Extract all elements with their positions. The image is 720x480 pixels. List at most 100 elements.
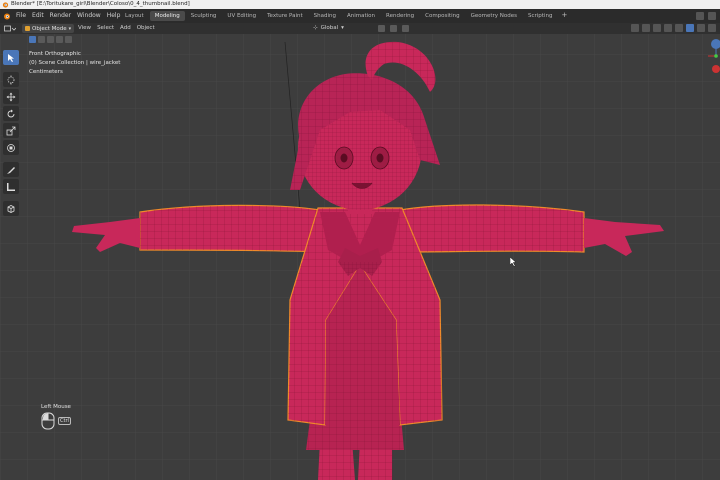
- select-cursor-icon: [8, 53, 14, 62]
- menu-edit[interactable]: Edit: [32, 12, 44, 19]
- left-sleeve-wireframe: [140, 205, 322, 252]
- select-box-tool[interactable]: [3, 50, 19, 65]
- transform-tool[interactable]: [3, 140, 19, 155]
- add-cube-icon: [7, 204, 15, 213]
- menu-help[interactable]: Help: [107, 12, 121, 19]
- tab-modeling[interactable]: Modeling: [149, 11, 185, 21]
- scale-icon: [6, 126, 16, 135]
- measure-tool[interactable]: [3, 179, 19, 194]
- mouse-ctrl-row: Ctrl: [41, 412, 71, 430]
- material-shading-icon[interactable]: [697, 24, 705, 32]
- select-invert-icon[interactable]: [56, 36, 63, 43]
- solid-shading-icon[interactable]: [686, 24, 694, 32]
- view-layer-icon[interactable]: [708, 12, 716, 20]
- annotate-icon: [7, 166, 15, 174]
- tab-compositing[interactable]: Compositing: [420, 11, 464, 21]
- menu-object[interactable]: Object: [137, 25, 155, 31]
- input-status-overlay: Left Mouse Ctrl: [41, 404, 71, 430]
- orientation-icon: ⊹: [313, 25, 318, 31]
- blender-app-icon: [2, 2, 9, 8]
- annotate-tool[interactable]: [3, 162, 19, 177]
- mouse-icon: [41, 412, 55, 430]
- scale-tool[interactable]: [3, 123, 19, 138]
- add-workspace-button[interactable]: +: [558, 11, 570, 21]
- object-mode-icon: [25, 26, 30, 31]
- viewport-canvas[interactable]: [0, 34, 720, 480]
- snap-proportional-controls: [378, 25, 409, 32]
- chevron-down-icon: ▾: [68, 25, 72, 32]
- viewport-header: Object Mode ▾ View Select Add Object ⊹ G…: [0, 23, 720, 34]
- overlay-toggle-icon[interactable]: [653, 24, 661, 32]
- right-pupil: [376, 153, 384, 163]
- select-intersect-icon[interactable]: [65, 36, 72, 43]
- mode-label: Object Mode: [32, 25, 67, 32]
- viewport-menu: View Select Add Object: [78, 25, 155, 31]
- 3d-cursor-icon: [7, 75, 15, 84]
- scene-selector-icon[interactable]: [696, 12, 704, 20]
- cursor-tool[interactable]: [3, 72, 19, 87]
- main-menu: File Edit Render Window Help: [16, 12, 120, 19]
- viewport-info-overlay: Front Orthographic (0) Scene Collection …: [29, 50, 120, 77]
- tab-scripting[interactable]: Scripting: [523, 11, 557, 21]
- editor-type-icon[interactable]: [4, 25, 16, 32]
- rendered-shading-icon[interactable]: [708, 24, 716, 32]
- chevron-down-icon: ▾: [341, 25, 344, 31]
- workspace-tabs: Layout Modeling Sculpting UV Editing Tex…: [120, 11, 570, 21]
- blender-logo-icon[interactable]: [3, 12, 11, 20]
- move-tool[interactable]: [3, 89, 19, 104]
- shading-controls: [631, 24, 716, 32]
- tab-shading[interactable]: Shading: [309, 11, 341, 21]
- tab-sculpting[interactable]: Sculpting: [186, 11, 222, 21]
- view-name: Front Orthographic: [29, 51, 81, 57]
- visibility-icon[interactable]: [631, 24, 639, 32]
- unit-label: Centimeters: [29, 69, 63, 75]
- tab-rendering[interactable]: Rendering: [381, 11, 419, 21]
- measure-icon: [7, 182, 15, 191]
- window-title-bar: Blender* [E:\Toritukare_girl\Blender\Col…: [0, 0, 720, 9]
- tab-texture-paint[interactable]: Texture Paint: [262, 11, 308, 21]
- snap-icon[interactable]: [390, 25, 397, 32]
- select-subtract-icon[interactable]: [47, 36, 54, 43]
- mode-selector[interactable]: Object Mode ▾: [22, 24, 75, 33]
- tab-animation[interactable]: Animation: [342, 11, 380, 21]
- top-bar: File Edit Render Window Help Layout Mode…: [0, 9, 720, 23]
- transform-orientation[interactable]: ⊹ Global ▾: [313, 25, 344, 31]
- menu-view[interactable]: View: [78, 25, 91, 31]
- rotate-tool[interactable]: [3, 106, 19, 121]
- navigation-gizmo[interactable]: [696, 36, 720, 84]
- move-icon: [6, 92, 16, 101]
- transform-icon: [7, 143, 15, 152]
- axis-x-icon[interactable]: [712, 65, 720, 73]
- left-pupil: [340, 153, 348, 163]
- axis-y-icon[interactable]: [714, 54, 718, 58]
- orientation-label: Global: [320, 25, 339, 31]
- tab-geometry-nodes[interactable]: Geometry Nodes: [466, 11, 522, 21]
- left-mouse-label: Left Mouse: [41, 404, 71, 410]
- tab-layout[interactable]: Layout: [120, 11, 149, 21]
- gizmo-toggle-icon[interactable]: [642, 24, 650, 32]
- scene-controls: [696, 12, 716, 20]
- tab-uv-editing[interactable]: UV Editing: [222, 11, 261, 21]
- xray-toggle-icon[interactable]: [664, 24, 672, 32]
- mouse-cursor-icon: [510, 257, 517, 267]
- right-sleeve-wireframe: [398, 204, 584, 252]
- rotate-icon: [7, 109, 15, 117]
- menu-file[interactable]: File: [16, 12, 26, 19]
- window-title: Blender* [E:\Toritukare_girl\Blender\Col…: [11, 1, 190, 7]
- active-collection-object: (0) Scene Collection | wire_jacket: [29, 60, 121, 66]
- select-extend-icon[interactable]: [38, 36, 45, 43]
- add-cube-tool[interactable]: [3, 201, 19, 216]
- wireframe-shading-icon[interactable]: [675, 24, 683, 32]
- tool-shelf: [3, 50, 19, 216]
- menu-select[interactable]: Select: [97, 25, 114, 31]
- 3d-viewport[interactable]: [0, 34, 720, 480]
- menu-render[interactable]: Render: [50, 12, 71, 19]
- menu-add[interactable]: Add: [120, 25, 131, 31]
- pivot-icon[interactable]: [378, 25, 385, 32]
- proportional-edit-icon[interactable]: [402, 25, 409, 32]
- menu-window[interactable]: Window: [77, 12, 101, 19]
- select-new-icon[interactable]: [29, 36, 36, 43]
